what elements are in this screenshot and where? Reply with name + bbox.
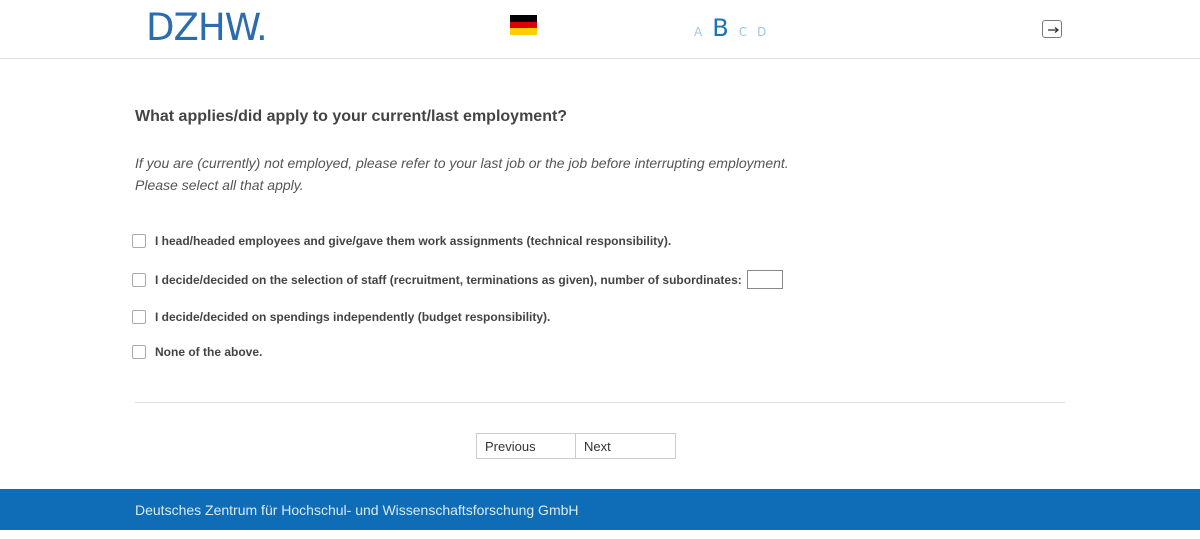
font-size-a[interactable]: A	[694, 25, 702, 39]
font-size-d[interactable]: D	[757, 25, 766, 39]
checkbox-technical-responsibility[interactable]	[132, 234, 146, 248]
page-header: DZHW. A B C D	[0, 0, 1200, 59]
dzhw-logo: DZHW.	[146, 6, 268, 49]
font-size-c[interactable]: C	[739, 25, 747, 39]
previous-button[interactable]: Previous	[476, 433, 576, 459]
exit-icon	[1048, 27, 1060, 33]
footer-organization-name: Deutsches Zentrum für Hochschul- und Wis…	[135, 502, 579, 518]
navigation-buttons: Previous Next	[476, 433, 676, 459]
checkbox-staff-selection[interactable]	[132, 272, 146, 287]
next-button[interactable]: Next	[576, 433, 676, 459]
question-title: What applies/did apply to your current/l…	[135, 108, 568, 125]
option-none[interactable]: None of the above.	[132, 345, 262, 359]
question-instruction: If you are (currently) not employed, ple…	[135, 152, 789, 196]
option-label: None of the above.	[155, 345, 263, 359]
checkbox-budget-responsibility[interactable]	[132, 310, 146, 324]
option-budget-responsibility[interactable]: I decide/decided on spendings independen…	[132, 310, 550, 324]
flag-stripe-black	[510, 15, 537, 22]
page-footer: Deutsches Zentrum für Hochschul- und Wis…	[0, 489, 1200, 530]
content-divider	[135, 402, 1065, 403]
exit-button[interactable]	[1042, 20, 1062, 38]
option-staff-selection[interactable]: I decide/decided on the selection of sta…	[132, 270, 783, 289]
flag-stripe-gold	[510, 28, 537, 35]
german-flag-icon[interactable]	[510, 15, 537, 35]
instruction-line-2: Please select all that apply.	[135, 177, 304, 193]
font-size-selector: A B C D	[694, 14, 766, 42]
font-size-b[interactable]: B	[712, 14, 728, 42]
subordinates-number-input[interactable]	[746, 270, 783, 289]
flag-stripe-red	[510, 21, 537, 29]
option-label: I decide/decided on spendings independen…	[155, 310, 551, 324]
option-technical-responsibility[interactable]: I head/headed employees and give/gave th…	[132, 234, 671, 248]
option-label: I decide/decided on the selection of sta…	[155, 272, 742, 287]
option-label: I head/headed employees and give/gave th…	[155, 234, 672, 248]
checkbox-none[interactable]	[132, 345, 146, 359]
instruction-line-1: If you are (currently) not employed, ple…	[135, 155, 789, 171]
